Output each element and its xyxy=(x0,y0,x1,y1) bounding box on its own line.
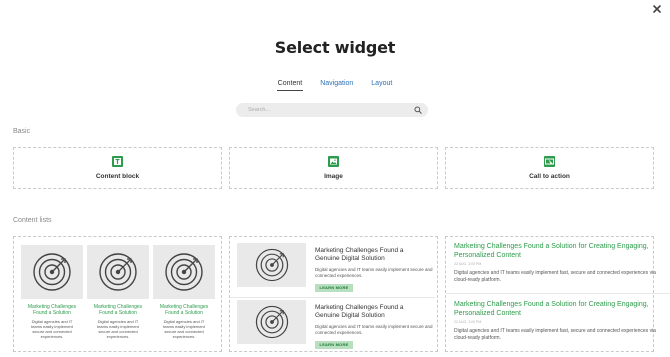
content-list-text[interactable]: Marketing Challenges Found a Solution fo… xyxy=(445,236,670,352)
list-item: Marketing Challenges Found a Solution Di… xyxy=(87,245,149,347)
content-list-grid[interactable]: Marketing Challenges Found a Solution Di… xyxy=(13,236,222,352)
item-title: Marketing Challenges Found a Solution fo… xyxy=(454,301,649,317)
search-icon[interactable] xyxy=(414,106,422,114)
item-description: Digital agencies and IT teams easily imp… xyxy=(163,319,205,339)
tab-navigation[interactable]: Navigation xyxy=(319,80,354,91)
target-icon xyxy=(237,243,306,287)
widget-content-block[interactable]: Content block xyxy=(13,147,222,189)
target-icon xyxy=(21,245,83,299)
widget-tabs: Content Navigation Layout xyxy=(0,80,670,91)
widget-call-to-action[interactable]: Call to action xyxy=(445,147,654,189)
target-icon xyxy=(153,245,215,299)
target-icon xyxy=(87,245,149,299)
search-bar xyxy=(236,103,428,117)
close-icon[interactable] xyxy=(651,3,663,15)
item-description: Digital agencies and IT teams easily imp… xyxy=(315,267,433,278)
item-date: 22 AUG, 3:00 PM xyxy=(454,262,482,266)
item-title: Marketing Challenges Found a Solution xyxy=(159,304,209,316)
list-item: Marketing Challenges Found a Genuine Dig… xyxy=(237,243,433,293)
widget-label: Image xyxy=(324,173,343,180)
item-description: Digital agencies and IT teams easily imp… xyxy=(97,319,139,339)
item-description: Digital agencies and IT teams easily imp… xyxy=(31,319,73,339)
section-label-basic: Basic xyxy=(13,128,31,135)
image-icon xyxy=(328,156,339,167)
divider xyxy=(446,293,670,294)
divider xyxy=(230,297,435,298)
widget-label: Call to action xyxy=(529,173,570,180)
learn-more-button[interactable]: LEARN MORE xyxy=(315,341,353,349)
item-title: Marketing Challenges Found a Solution fo… xyxy=(454,243,649,259)
tab-layout[interactable]: Layout xyxy=(370,80,393,91)
item-title: Marketing Challenges Found a Solution xyxy=(27,304,77,316)
item-title: Marketing Challenges Found a Genuine Dig… xyxy=(315,304,404,319)
section-label-content-lists: Content lists xyxy=(13,217,52,224)
close-button[interactable] xyxy=(651,3,663,15)
target-icon xyxy=(237,300,306,344)
list-item: Marketing Challenges Found a Solution fo… xyxy=(454,301,669,341)
call-to-action-icon xyxy=(544,156,555,167)
widget-image[interactable]: Image xyxy=(229,147,438,189)
item-description: Digital agencies and IT teams easily imp… xyxy=(454,270,656,283)
item-title: Marketing Challenges Found a Solution xyxy=(93,304,143,316)
item-description: Digital agencies and IT teams easily imp… xyxy=(454,328,656,341)
list-item: Marketing Challenges Found a Genuine Dig… xyxy=(237,300,433,350)
list-item: Marketing Challenges Found a Solution Di… xyxy=(153,245,215,347)
learn-more-button[interactable]: LEARN MORE xyxy=(315,284,353,292)
widget-label: Content block xyxy=(95,173,140,180)
tab-content[interactable]: Content xyxy=(276,80,304,91)
item-description: Digital agencies and IT teams easily imp… xyxy=(315,324,433,335)
content-list-rows[interactable]: Marketing Challenges Found a Genuine Dig… xyxy=(229,236,438,352)
text-block-icon xyxy=(112,156,123,167)
list-item: Marketing Challenges Found a Solution Di… xyxy=(21,245,83,347)
item-title: Marketing Challenges Found a Genuine Dig… xyxy=(315,247,404,262)
list-item: Marketing Challenges Found a Solution fo… xyxy=(454,243,669,283)
search-input[interactable] xyxy=(248,104,414,116)
item-date: 22 AUG, 3:00 PM xyxy=(454,320,482,324)
page-title: Select widget xyxy=(274,38,396,57)
